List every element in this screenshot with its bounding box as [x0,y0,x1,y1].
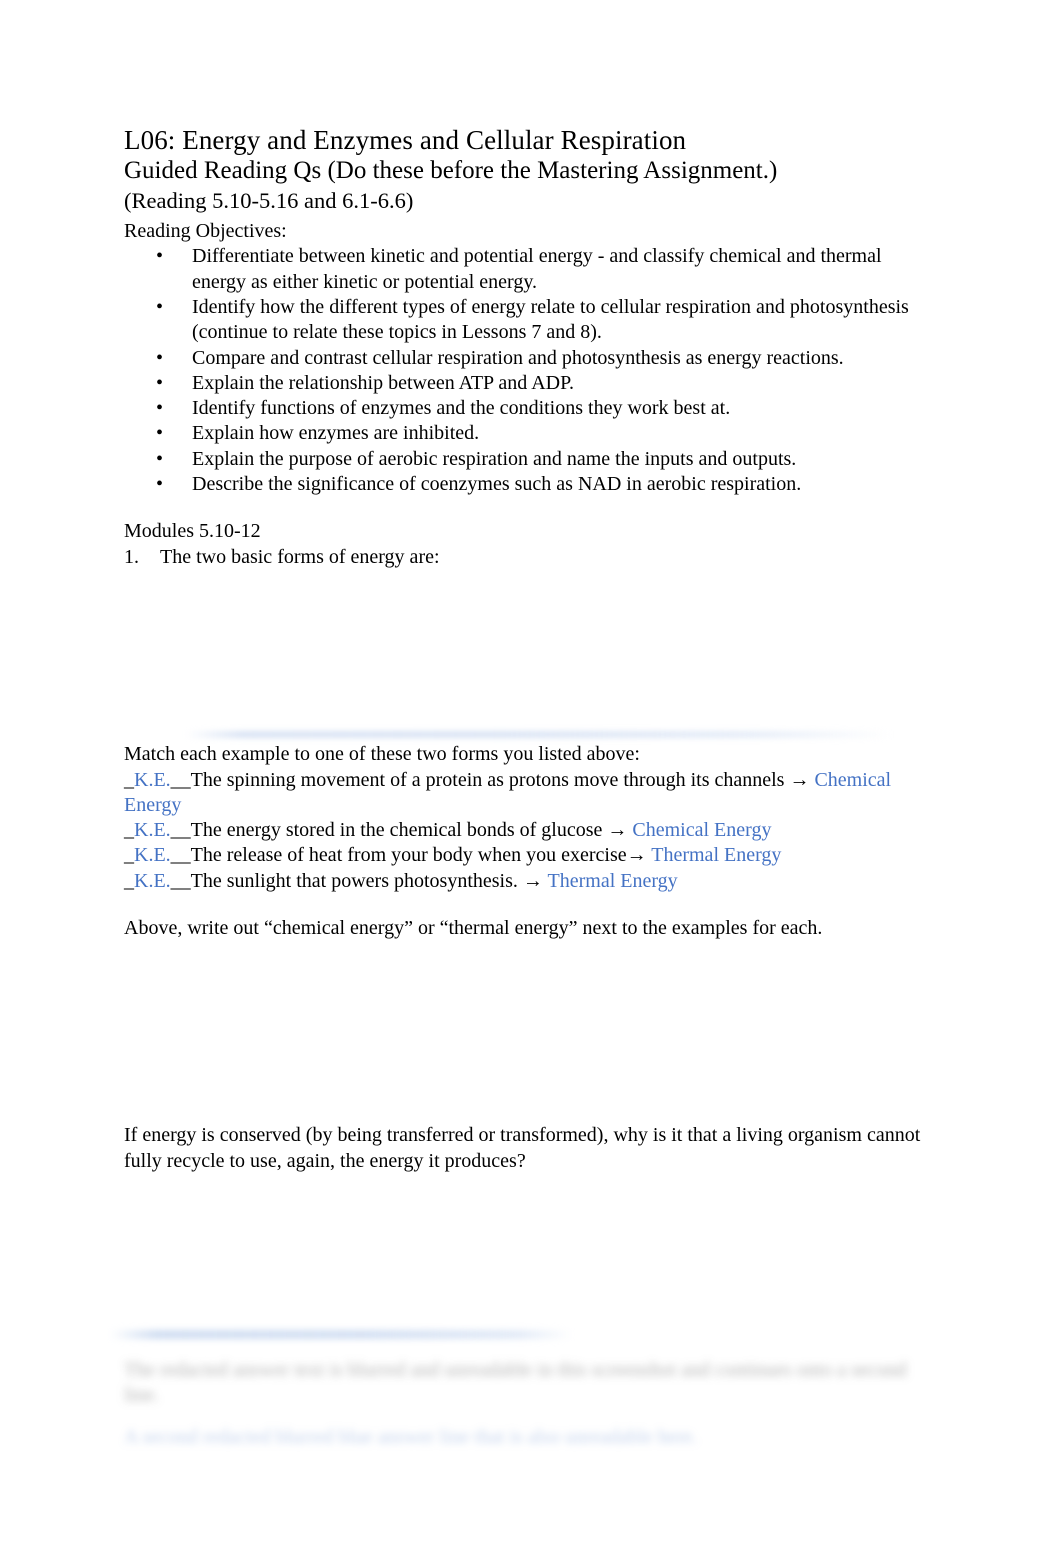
questions-list: 1. The two basic forms of energy are: [124,545,938,570]
reading-objectives-label: Reading Objectives: [124,220,287,243]
match-prompt-1: The spinning movement of a protein as pr… [190,768,790,791]
question-text: The two basic forms of energy are: [160,545,440,568]
arrow-icon: → [607,819,628,842]
answer-space-2[interactable] [124,941,938,1123]
conserved-energy-question: If energy is conserved (by being transfe… [124,1124,921,1172]
question-item-1: 1. The two basic forms of energy are: [124,545,938,570]
arrow-icon: → [626,844,647,867]
match-row-1: _K.E.__The spinning movement of a protei… [124,768,938,819]
list-item: • Identify how the different types of en… [124,295,938,346]
bullet-icon: • [156,346,164,369]
list-item: • Identify functions of enzymes and the … [124,396,938,421]
document-subtitle: Guided Reading Qs (Do these before the M… [124,157,778,185]
bullet-icon: • [156,447,164,470]
answer-space-3[interactable] [124,1174,938,1324]
blank-prefix: _ [124,819,134,842]
answer-blank-2[interactable]: K.E. [134,819,171,841]
modules-heading: Modules 5.10-12 [124,520,261,543]
list-item: • Explain how enzymes are inhibited. [124,421,938,446]
blank-suffix: __ [170,844,191,867]
arrow-icon: → [789,768,810,791]
match-answer-4[interactable]: Thermal Energy [548,870,678,892]
document-page: L06: Energy and Enzymes and Cellular Res… [0,0,1062,1561]
redacted-answer-text-blue: A second redacted blurred blue answer li… [124,1426,698,1448]
objective-text: Explain the purpose of aerobic respirati… [192,447,797,470]
match-row-4: _K.E.__The sunlight that powers photosyn… [124,869,938,894]
blank-spacer [124,894,938,916]
list-item: • Describe the significance of coenzymes… [124,472,938,497]
bullet-icon: • [156,473,164,496]
document-body: L06: Energy and Enzymes and Cellular Res… [124,124,938,1324]
blank-suffix: __ [170,819,191,842]
redacted-bar-lower [110,1330,572,1339]
blank-suffix: __ [170,768,191,791]
question-number: 1. [124,545,139,568]
match-instructions: Match each example to one of these two f… [124,743,640,766]
page-title: L06: Energy and Enzymes and Cellular Res… [124,125,687,155]
list-item: • Compare and contrast cellular respirat… [124,346,938,371]
objective-text: Explain how enzymes are inhibited. [192,422,480,445]
list-item: • Explain the relationship between ATP a… [124,371,938,396]
blank-prefix: _ [124,869,134,892]
answer-space-1[interactable] [124,570,938,742]
objective-text: Explain the relationship between ATP and… [192,371,574,394]
redacted-answer-text: The redacted answer text is blurred and … [124,1359,907,1407]
list-item: • Explain the purpose of aerobic respira… [124,447,938,472]
blank-prefix: _ [124,844,134,867]
match-row-2: _K.E.__The energy stored in the chemical… [124,818,938,843]
objective-text: Compare and contrast cellular respiratio… [192,346,844,369]
arrow-icon: → [522,869,543,892]
answer-blank-4[interactable]: K.E. [134,870,171,892]
list-item: • Differentiate between kinetic and pote… [124,244,938,295]
blank-suffix: __ [170,869,191,892]
blank-spacer [124,497,938,519]
reading-range: (Reading 5.10-5.16 and 6.1-6.6) [124,187,414,213]
answer-blank-3[interactable]: K.E. [134,844,171,866]
match-prompt-4: The sunlight that powers photosynthesis. [190,869,523,892]
match-prompt-2: The energy stored in the chemical bonds … [190,819,608,842]
match-row-3: _K.E.__The release of heat from your bod… [124,843,938,868]
bullet-icon: • [156,371,164,394]
objective-text: Differentiate between kinetic and potent… [192,245,882,293]
blank-prefix: _ [124,768,134,791]
objective-text: Identify how the different types of ener… [192,296,909,344]
bullet-icon: • [156,397,164,420]
match-answer-3[interactable]: Thermal Energy [651,844,781,866]
bullet-icon: • [156,296,164,318]
match-answer-2[interactable]: Chemical Energy [632,819,771,841]
objective-text: Describe the significance of coenzymes s… [192,473,802,496]
reading-objectives-list: • Differentiate between kinetic and pote… [124,244,938,497]
write-out-note: Above, write out “chemical energy” or “t… [124,917,823,940]
objective-text: Identify functions of enzymes and the co… [192,397,731,420]
match-prompt-3: The release of heat from your body when … [190,844,627,867]
answer-blank-1[interactable]: K.E. [134,769,171,791]
bullet-icon: • [156,245,164,268]
bullet-icon: • [156,422,164,445]
